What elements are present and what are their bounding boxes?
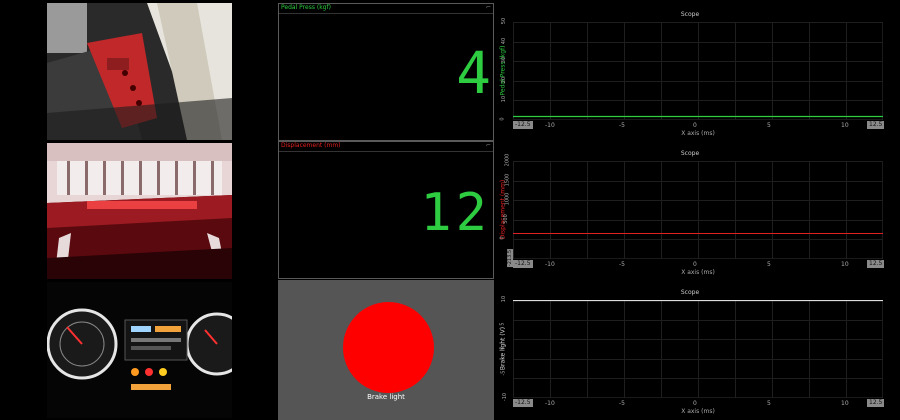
y-tick-label: 1500 — [504, 173, 511, 186]
y-tick-label: 1000 — [504, 192, 511, 206]
y-tick-label: 5 — [499, 321, 506, 326]
x-tick-label: 5 — [767, 122, 771, 129]
y-tick-label: 500 — [502, 214, 509, 224]
y-tick-label: 0 — [499, 346, 506, 350]
x-max-field[interactable]: 12.5 — [867, 260, 885, 268]
x-max-field[interactable]: 12.5 — [867, 399, 885, 407]
y-tick-label: 2000 — [504, 153, 511, 167]
x-tick-label: 10 — [841, 261, 849, 268]
y-tick-label: 40 — [501, 37, 508, 44]
rear-camera-image — [47, 143, 232, 279]
scope-xlabel: X axis (ms) — [681, 130, 715, 137]
pedal-press-value: 4 — [456, 39, 491, 107]
displacement-panel: Displacement (mm) ⌐ 12 — [278, 141, 494, 279]
x-min-field[interactable]: -12.5 — [513, 260, 533, 268]
scope-plot[interactable] — [513, 22, 883, 120]
scope-plot[interactable] — [513, 300, 883, 398]
camera-feed-dashboard — [47, 282, 232, 418]
dashboard-camera-image — [47, 282, 232, 418]
x-tick-label: 0 — [693, 261, 697, 268]
x-tick-label: -5 — [619, 122, 625, 129]
y-tick-label: 30 — [501, 57, 508, 64]
scope-xlabel: X axis (ms) — [681, 269, 715, 276]
x-tick-label: -10 — [545, 261, 555, 268]
scope-title: Scope — [680, 289, 700, 296]
scope-ylabel: Pedal Press (kgf) — [499, 45, 507, 96]
x-tick-label: -10 — [545, 400, 555, 407]
scope-title: Scope — [680, 150, 700, 157]
y-tick-label: 10 — [501, 295, 508, 303]
y-tick-label: 10 — [501, 96, 508, 103]
y-tick-label: 20 — [501, 76, 508, 83]
scope-plot[interactable] — [513, 161, 883, 259]
y-tick-label: 0 — [499, 236, 506, 240]
x-min-field[interactable]: -12.5 — [513, 399, 533, 407]
pedal-press-panel: Pedal Press (kgf) ⌐ 4 — [278, 3, 494, 141]
pedal-camera-image — [47, 3, 232, 140]
x-tick-label: 0 — [693, 400, 697, 407]
displacement-title: Displacement (mm) — [281, 142, 341, 149]
displacement-value: 12 — [420, 183, 491, 243]
camera-feed-rear — [47, 143, 232, 279]
x-tick-label: -5 — [619, 400, 625, 407]
panel-menu-icon[interactable]: ⌐ — [486, 4, 491, 11]
panel-menu-icon[interactable]: ⌐ — [486, 142, 491, 149]
x-tick-label: 10 — [841, 122, 849, 129]
brake-light-indicator — [343, 302, 434, 393]
x-tick-label: -10 — [545, 122, 555, 129]
y-tick-label: 0 — [499, 117, 506, 121]
x-min-field[interactable]: -12.5 — [513, 121, 533, 129]
brake-light-panel: Brake light — [278, 280, 494, 420]
y-tick-label: -5 — [500, 370, 507, 375]
scope-title: Scope — [680, 11, 700, 18]
y-tick-label: 50 — [501, 17, 508, 25]
y-tick-label: -10 — [502, 392, 509, 402]
brake-light-label: Brake light — [367, 393, 405, 401]
camera-feed-pedal — [47, 3, 232, 140]
pedal-press-title: Pedal Press (kgf) — [281, 4, 331, 11]
scope-xlabel: X axis (ms) — [681, 408, 715, 415]
x-tick-label: 5 — [767, 261, 771, 268]
panel-divider — [279, 13, 493, 14]
x-tick-label: 5 — [767, 400, 771, 407]
x-tick-label: 0 — [693, 122, 697, 129]
x-max-field[interactable]: 12.5 — [867, 121, 885, 129]
x-tick-label: 10 — [841, 400, 849, 407]
panel-divider — [279, 151, 493, 152]
x-tick-label: -5 — [619, 261, 625, 268]
